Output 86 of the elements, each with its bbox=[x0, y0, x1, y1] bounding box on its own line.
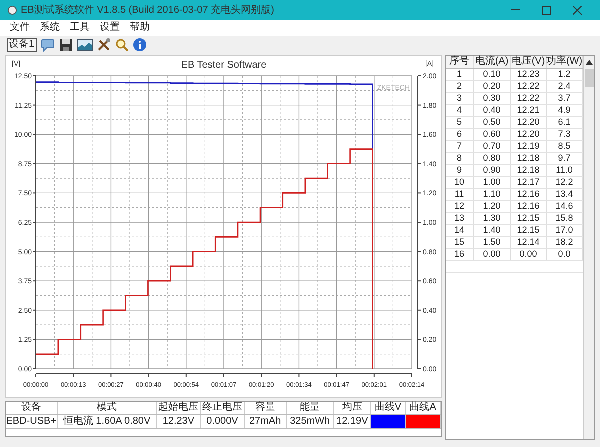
table-cell: 27mAh bbox=[244, 415, 287, 428]
table-cell: 0.000V bbox=[201, 415, 245, 428]
table-cell: 0.80 bbox=[474, 153, 511, 164]
search-icon[interactable] bbox=[114, 38, 129, 52]
column-header: 容量 bbox=[244, 402, 287, 414]
table-cell: 12.16 bbox=[511, 201, 547, 212]
scroll-up-arrow-icon[interactable] bbox=[586, 59, 592, 66]
table-cell: 12.15 bbox=[511, 213, 547, 224]
table-cell: 12.15 bbox=[511, 225, 547, 236]
info-icon[interactable] bbox=[132, 38, 147, 52]
table-cell: 0.10 bbox=[474, 69, 511, 80]
table-cell: 8 bbox=[446, 153, 474, 164]
column-header[interactable]: 电流(A) bbox=[474, 56, 511, 68]
table-cell: 5 bbox=[446, 117, 474, 128]
table-cell: 12.22 bbox=[511, 81, 547, 92]
table-cell: 13 bbox=[446, 213, 474, 224]
table-cell: 9 bbox=[446, 165, 474, 176]
table-cell: 12.16 bbox=[511, 189, 547, 200]
table-cell: 11 bbox=[446, 189, 474, 200]
column-header[interactable]: 电压(V) bbox=[511, 56, 547, 68]
table-cell: 12.18 bbox=[511, 153, 547, 164]
table-cell: 0.00 bbox=[474, 249, 511, 260]
table-cell: 0.50 bbox=[474, 117, 511, 128]
table-cell: 12.18 bbox=[511, 165, 547, 176]
scrollbar-thumb[interactable] bbox=[584, 69, 594, 87]
table-cell: 12.23V bbox=[157, 415, 202, 428]
device-button[interactable]: 设备1 bbox=[7, 38, 37, 52]
scrollbar[interactable] bbox=[583, 56, 594, 439]
table-cell: 1.00 bbox=[474, 177, 511, 188]
table-cell: 12 bbox=[446, 201, 474, 212]
table-cell: 1 bbox=[446, 69, 474, 80]
table-cell: 7 bbox=[446, 141, 474, 152]
table-cell: 1.50 bbox=[474, 237, 511, 248]
table-cell: 2 bbox=[446, 81, 474, 92]
column-header: 模式 bbox=[58, 402, 158, 414]
table-cell: 1.40 bbox=[474, 225, 511, 236]
chart-picture-icon[interactable] bbox=[76, 38, 93, 52]
minimize-icon[interactable] bbox=[511, 9, 520, 11]
table-cell: 0.40 bbox=[474, 105, 511, 116]
table-cell: 恒电流 1.60A 0.80V bbox=[58, 415, 158, 428]
table-cell: 4 bbox=[446, 105, 474, 116]
table-cell: 10 bbox=[446, 177, 474, 188]
table-cell: 12.23 bbox=[511, 69, 547, 80]
table-cell: 15 bbox=[446, 237, 474, 248]
column-header: 能量 bbox=[286, 402, 334, 414]
table-cell: 0.60 bbox=[474, 129, 511, 140]
column-header: 起始电压 bbox=[157, 402, 202, 414]
menu-item[interactable]: 工具 bbox=[70, 23, 90, 33]
column-header[interactable]: 序号 bbox=[446, 56, 474, 68]
column-header: 曲线A bbox=[406, 402, 441, 414]
column-header: 曲线V bbox=[371, 402, 406, 414]
table-cell: 12.20 bbox=[511, 117, 547, 128]
maximize-icon[interactable] bbox=[542, 6, 551, 14]
table-cell: 16 bbox=[446, 249, 474, 260]
table-cell: 0.30 bbox=[474, 93, 511, 104]
menu-item[interactable]: 系统 bbox=[40, 23, 60, 33]
window-title: EB测试系统软件 V1.8.5 (Build 2016-03-07 充电头网别版) bbox=[21, 4, 274, 18]
table-cell: 0.20 bbox=[474, 81, 511, 92]
menu-item[interactable]: 帮助 bbox=[130, 23, 150, 33]
table-cell: EBD-USB+ bbox=[6, 415, 58, 428]
close-icon[interactable] bbox=[573, 6, 582, 14]
table-cell: 0.90 bbox=[474, 165, 511, 176]
column-header: 设备 bbox=[6, 402, 58, 414]
menu-item[interactable]: 文件 bbox=[10, 23, 30, 33]
table-cell: 12.19 bbox=[511, 141, 547, 152]
app-icon bbox=[8, 6, 17, 14]
menu-item[interactable]: 设置 bbox=[100, 23, 120, 33]
table-cell: 0.00 bbox=[511, 249, 547, 260]
column-header: 均压 bbox=[334, 402, 372, 414]
tools-icon[interactable] bbox=[96, 38, 111, 52]
table-cell: 1.30 bbox=[474, 213, 511, 224]
table-cell: 1.10 bbox=[474, 189, 511, 200]
table-cell: 325mWh bbox=[286, 415, 334, 428]
column-header: 终止电压 bbox=[201, 402, 245, 414]
table-cell: 12.20 bbox=[511, 129, 547, 140]
table-cell: 3 bbox=[446, 93, 474, 104]
table-cell: 1.20 bbox=[474, 201, 511, 212]
table-cell: 14 bbox=[446, 225, 474, 236]
table-cell: 12.21 bbox=[511, 105, 547, 116]
table-cell: 12.22 bbox=[511, 93, 547, 104]
table-cell: 6 bbox=[446, 129, 474, 140]
table-cell: 12.14 bbox=[511, 237, 547, 248]
chat-bubble-icon[interactable] bbox=[40, 38, 55, 52]
table-cell: 0.70 bbox=[474, 141, 511, 152]
table-cell: 12.17 bbox=[511, 177, 547, 188]
chart-title: EB Tester Software bbox=[181, 60, 267, 71]
